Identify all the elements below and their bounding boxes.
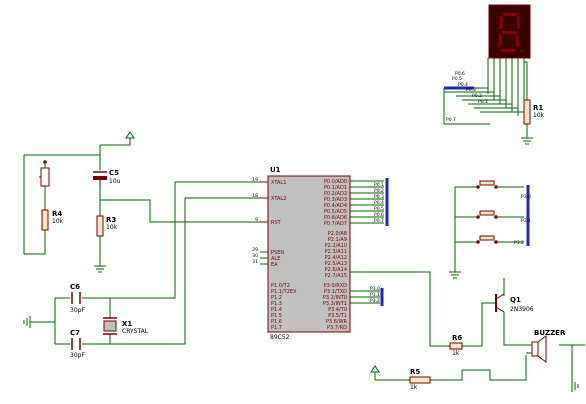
net-label-display: P0.1 (478, 99, 488, 105)
net-label-display: P0.3 (466, 87, 476, 93)
net-label-p0: P0.7 (374, 218, 384, 224)
c6-ref: C6 (70, 283, 80, 291)
mcu-pin-name: P2.7/A15 (325, 273, 347, 279)
buzzer-ref: BUZZER (534, 329, 566, 337)
mcu-pin-number: 29 (252, 247, 258, 253)
p3-bus-labels: P3.0P3.1P3.2 (370, 286, 380, 304)
q1-value: 2N3906 (510, 306, 534, 313)
net-label-p3: P3.2 (370, 298, 380, 304)
wire-q1-collector (503, 312, 526, 346)
r1-ref: R1 (533, 104, 543, 112)
wire-base-r6 (462, 302, 496, 347)
mcu-pin-number: 31 (252, 259, 258, 265)
mcu-pin-name: EA (271, 262, 278, 268)
display-net-labels: P0.6P0.5P0.4P0.3P0.2P0.1P0.7 (446, 71, 488, 123)
wire-rst (100, 199, 260, 223)
transistor-q1: Q1 2N3906 (495, 293, 534, 313)
mcu-pin-name: P3.7/RD (327, 325, 347, 331)
net-label-display: P0.5 (452, 76, 462, 82)
net-label-button: P3.2 (514, 240, 524, 246)
p0-bus-labels: P0.1P0.2P0.3P0.4P0.5P0.6P0.7 (374, 182, 384, 224)
r4-ref: R4 (52, 210, 62, 218)
capacitor-c5: C5 10u (93, 169, 121, 186)
net-label-p3: P3.1 (370, 292, 380, 298)
wire-xtal1-down (120, 182, 176, 299)
resistor-r4: R4 10k (41, 209, 64, 231)
button-p30 (476, 180, 498, 189)
r3-ref: R3 (106, 216, 116, 224)
mcu-pin-number: 18 (252, 193, 258, 199)
mcu-pin-number: 30 (252, 253, 258, 259)
wire-buzzer-gnd (462, 355, 527, 381)
wire-p37-base (350, 271, 450, 347)
mcu-pin-number: 9 (255, 217, 258, 223)
r6-value: 1k (452, 350, 460, 357)
x1-value: CRYSTAL (122, 328, 149, 335)
r5-ref: R5 (410, 368, 420, 376)
resistor-r5: R5 1k (409, 368, 431, 391)
c7-ref: C7 (70, 329, 80, 337)
button-p32 (476, 235, 498, 244)
mcu-pin-name: P1.7 (271, 325, 282, 331)
vcc-arrow-r5 (370, 365, 380, 373)
r1-value: 10k (533, 112, 545, 119)
net-label-p0: P0.2 (374, 188, 384, 194)
r4-value: 10k (52, 218, 64, 225)
seven-segment-display (488, 4, 531, 59)
schematic-svg: U1 89C52 XTAL119XTAL218RST9PSEN29ALE30EA… (23, 4, 585, 392)
net-label-display: P0.7 (446, 117, 456, 123)
wire-r5-right (430, 370, 463, 381)
resistor-r6: R6 1k (449, 334, 463, 357)
net-label-p0: P0.4 (374, 200, 384, 206)
mcu-pin-name: XTAL1 (271, 180, 286, 186)
net-label-p0: P0.3 (374, 194, 384, 200)
c7-value: 30pF (70, 352, 85, 359)
resistor-r1: R1 10k (523, 99, 545, 125)
mcu-pin-name: XTAL2 (271, 196, 286, 202)
mcu-pin-number: 19 (252, 177, 258, 183)
net-label-button: P3.0 (521, 194, 531, 200)
x1-ref: X1 (122, 320, 132, 328)
r3-value: 10k (106, 224, 118, 231)
net-label-p0: P0.6 (374, 212, 384, 218)
net-label-display: P0.2 (472, 93, 482, 99)
net-label-button: P3.1 (521, 218, 531, 224)
net-label-p0: P0.5 (374, 206, 384, 212)
crystal-x1: X1 CRYSTAL (103, 317, 149, 335)
wire-vcc-reset (100, 138, 131, 146)
q1-ref: Q1 (510, 296, 521, 304)
mcu-ref-label: U1 (270, 166, 281, 174)
c5-value: 10u (109, 178, 121, 185)
r5-value: 1k (410, 384, 418, 391)
button-p31 (476, 210, 498, 219)
resistor-r3: R3 10k (96, 215, 118, 237)
c6-value: 30pF (70, 307, 85, 314)
mcu-part-label: 89C52 (270, 334, 290, 341)
net-label-p3: P3.0 (370, 286, 380, 292)
r6-ref: R6 (452, 334, 462, 342)
mcu-pin-name: P0.7/AD7 (324, 221, 347, 227)
mcu-u1: U1 89C52 XTAL119XTAL218RST9PSEN29ALE30EA… (252, 166, 351, 341)
reset-switch (39, 160, 50, 187)
c5-ref: C5 (109, 169, 119, 177)
schematic-canvas: U1 89C52 XTAL1 19 XTAL2 18 RST 9 PSEN 29 ALE 30 EA… (0, 0, 586, 404)
vcc-arrow-reset (125, 131, 135, 139)
button-group (476, 180, 498, 244)
mcu-pin-name: RST (271, 220, 282, 226)
net-label-p0: P0.1 (374, 182, 384, 188)
